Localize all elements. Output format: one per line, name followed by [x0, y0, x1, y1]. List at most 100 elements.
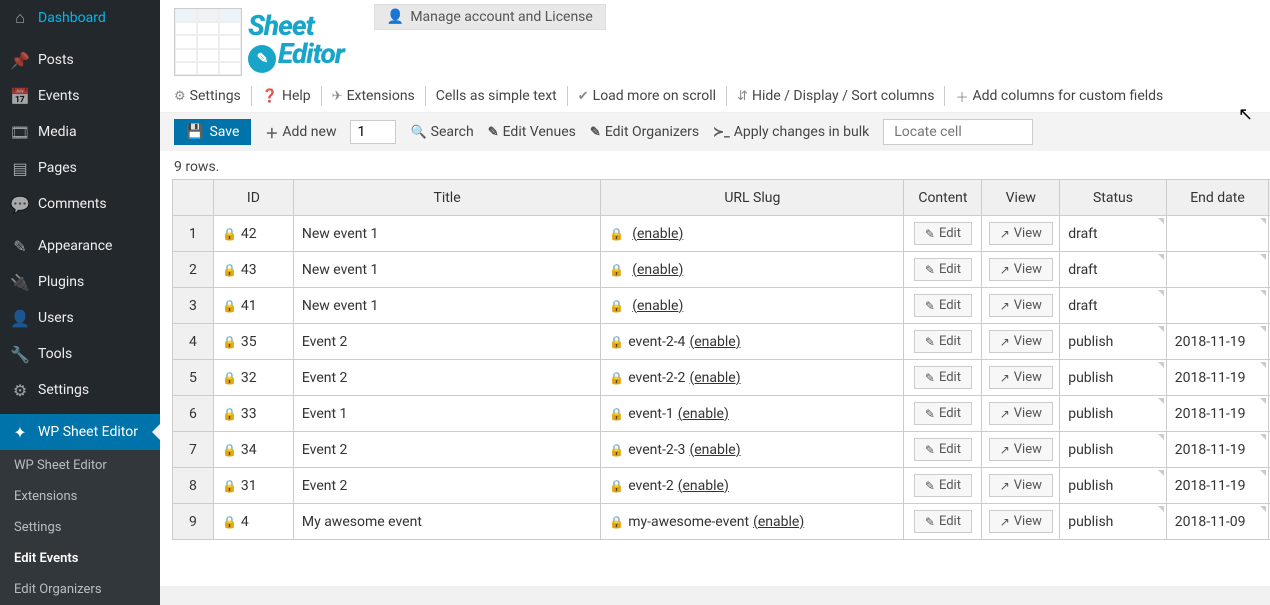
edit-content-button[interactable]: ✎Edit: [914, 474, 972, 497]
cell-status[interactable]: publish: [1060, 504, 1167, 540]
cell-enddate[interactable]: 2018-11-19: [1166, 396, 1268, 432]
cell-status[interactable]: publish: [1060, 360, 1167, 396]
cell-id[interactable]: 🔒34: [213, 432, 293, 468]
row-number[interactable]: 6: [173, 396, 214, 432]
cell-title[interactable]: New event 1: [293, 288, 600, 324]
sidebar-sub-settings[interactable]: Settings: [0, 512, 160, 543]
view-button[interactable]: ↗View: [989, 294, 1053, 317]
sidebar-item-comments[interactable]: 💬Comments: [0, 186, 160, 222]
enable-link[interactable]: (enable): [632, 226, 683, 242]
row-number[interactable]: 2: [173, 252, 214, 288]
row-number[interactable]: 3: [173, 288, 214, 324]
cell-title[interactable]: New event 1: [293, 216, 600, 252]
cell-view[interactable]: ↗View: [982, 324, 1060, 360]
cell-slug[interactable]: 🔒my-awesome-event (enable): [601, 504, 904, 540]
cell-content[interactable]: ✎Edit: [904, 252, 982, 288]
help-link[interactable]: ❓Help: [262, 88, 311, 104]
sidebar-item-plugins[interactable]: 🔌Plugins: [0, 264, 160, 300]
row-number[interactable]: 9: [173, 504, 214, 540]
sidebar-item-tools[interactable]: 🔧Tools: [0, 336, 160, 372]
cell-content[interactable]: ✎Edit: [904, 504, 982, 540]
column-header[interactable]: Status: [1060, 180, 1167, 216]
edit-content-button[interactable]: ✎Edit: [914, 402, 972, 425]
cell-status[interactable]: publish: [1060, 396, 1167, 432]
view-button[interactable]: ↗View: [989, 510, 1053, 533]
cell-slug[interactable]: 🔒(enable): [601, 288, 904, 324]
sidebar-item-wp-sheet-editor[interactable]: ✦WP Sheet Editor: [0, 414, 160, 450]
cell-enddate[interactable]: [1166, 252, 1268, 288]
cell-content[interactable]: ✎Edit: [904, 396, 982, 432]
enable-link[interactable]: (enable): [678, 478, 729, 494]
edit-content-button[interactable]: ✎Edit: [914, 294, 972, 317]
column-header[interactable]: ID: [213, 180, 293, 216]
sidebar-item-pages[interactable]: ▤Pages: [0, 150, 160, 186]
cell-title[interactable]: Event 2: [293, 360, 600, 396]
column-header[interactable]: End date: [1166, 180, 1268, 216]
edit-content-button[interactable]: ✎Edit: [914, 330, 972, 353]
view-button[interactable]: ↗View: [989, 366, 1053, 389]
row-number[interactable]: 7: [173, 432, 214, 468]
cell-slug[interactable]: 🔒event-2-2 (enable): [601, 360, 904, 396]
cell-slug[interactable]: 🔒event-2-3 (enable): [601, 432, 904, 468]
cell-slug[interactable]: 🔒event-2 (enable): [601, 468, 904, 504]
row-number[interactable]: 1: [173, 216, 214, 252]
enable-link[interactable]: (enable): [689, 334, 740, 350]
cell-enddate[interactable]: 2018-11-19: [1166, 360, 1268, 396]
column-header[interactable]: View: [982, 180, 1060, 216]
view-button[interactable]: ↗View: [989, 402, 1053, 425]
load-more-toggle[interactable]: ✔Load more on scroll: [578, 88, 716, 104]
cell-status[interactable]: draft: [1060, 216, 1167, 252]
cell-slug[interactable]: 🔒event-1 (enable): [601, 396, 904, 432]
cell-status[interactable]: publish: [1060, 468, 1167, 504]
row-number[interactable]: 5: [173, 360, 214, 396]
view-button[interactable]: ↗View: [989, 330, 1053, 353]
cell-title[interactable]: New event 1: [293, 252, 600, 288]
cell-status[interactable]: draft: [1060, 252, 1167, 288]
cell-enddate[interactable]: 2018-11-19: [1166, 468, 1268, 504]
hide-sort-columns-link[interactable]: ⇵Hide / Display / Sort columns: [737, 88, 934, 104]
cell-view[interactable]: ↗View: [982, 504, 1060, 540]
cell-title[interactable]: Event 2: [293, 432, 600, 468]
view-button[interactable]: ↗View: [989, 474, 1053, 497]
sidebar-sub-wp-sheet-editor[interactable]: WP Sheet Editor: [0, 450, 160, 481]
edit-organizers-button[interactable]: ✎Edit Organizers: [590, 124, 699, 140]
add-new-button[interactable]: ＋Add new: [265, 123, 336, 142]
sidebar-sub-edit-events[interactable]: Edit Events: [0, 543, 160, 574]
cell-slug[interactable]: 🔒(enable): [601, 216, 904, 252]
cell-enddate[interactable]: 2018-11-09: [1166, 504, 1268, 540]
sidebar-sub-edit-organizers[interactable]: Edit Organizers: [0, 574, 160, 605]
edit-content-button[interactable]: ✎Edit: [914, 510, 972, 533]
column-header[interactable]: [173, 180, 214, 216]
cell-status[interactable]: draft: [1060, 288, 1167, 324]
search-button[interactable]: 🔍Search: [410, 124, 473, 140]
enable-link[interactable]: (enable): [632, 262, 683, 278]
cell-id[interactable]: 🔒42: [213, 216, 293, 252]
cell-content[interactable]: ✎Edit: [904, 468, 982, 504]
sidebar-item-media[interactable]: 🎞Media: [0, 114, 160, 150]
row-number[interactable]: 4: [173, 324, 214, 360]
cell-id[interactable]: 🔒33: [213, 396, 293, 432]
enable-link[interactable]: (enable): [632, 298, 683, 314]
cell-title[interactable]: Event 2: [293, 468, 600, 504]
cell-content[interactable]: ✎Edit: [904, 324, 982, 360]
add-custom-columns-link[interactable]: ＋Add columns for custom fields: [955, 87, 1163, 106]
cell-id[interactable]: 🔒31: [213, 468, 293, 504]
sidebar-item-settings[interactable]: ⚙Settings: [0, 372, 160, 408]
cell-id[interactable]: 🔒4: [213, 504, 293, 540]
cell-title[interactable]: My awesome event: [293, 504, 600, 540]
view-button[interactable]: ↗View: [989, 258, 1053, 281]
cell-view[interactable]: ↗View: [982, 432, 1060, 468]
cell-enddate[interactable]: 2018-11-19: [1166, 432, 1268, 468]
edit-content-button[interactable]: ✎Edit: [914, 366, 972, 389]
view-button[interactable]: ↗View: [989, 438, 1053, 461]
sidebar-item-dashboard[interactable]: ⌂Dashboard: [0, 0, 160, 36]
extensions-link[interactable]: ✈Extensions: [332, 88, 415, 104]
edit-content-button[interactable]: ✎Edit: [914, 222, 972, 245]
apply-bulk-button[interactable]: ≻_Apply changes in bulk: [713, 124, 869, 140]
cell-status[interactable]: publish: [1060, 324, 1167, 360]
cell-status[interactable]: publish: [1060, 432, 1167, 468]
cell-view[interactable]: ↗View: [982, 288, 1060, 324]
settings-link[interactable]: ⚙Settings: [174, 88, 241, 104]
cell-id[interactable]: 🔒35: [213, 324, 293, 360]
column-header[interactable]: Content: [904, 180, 982, 216]
